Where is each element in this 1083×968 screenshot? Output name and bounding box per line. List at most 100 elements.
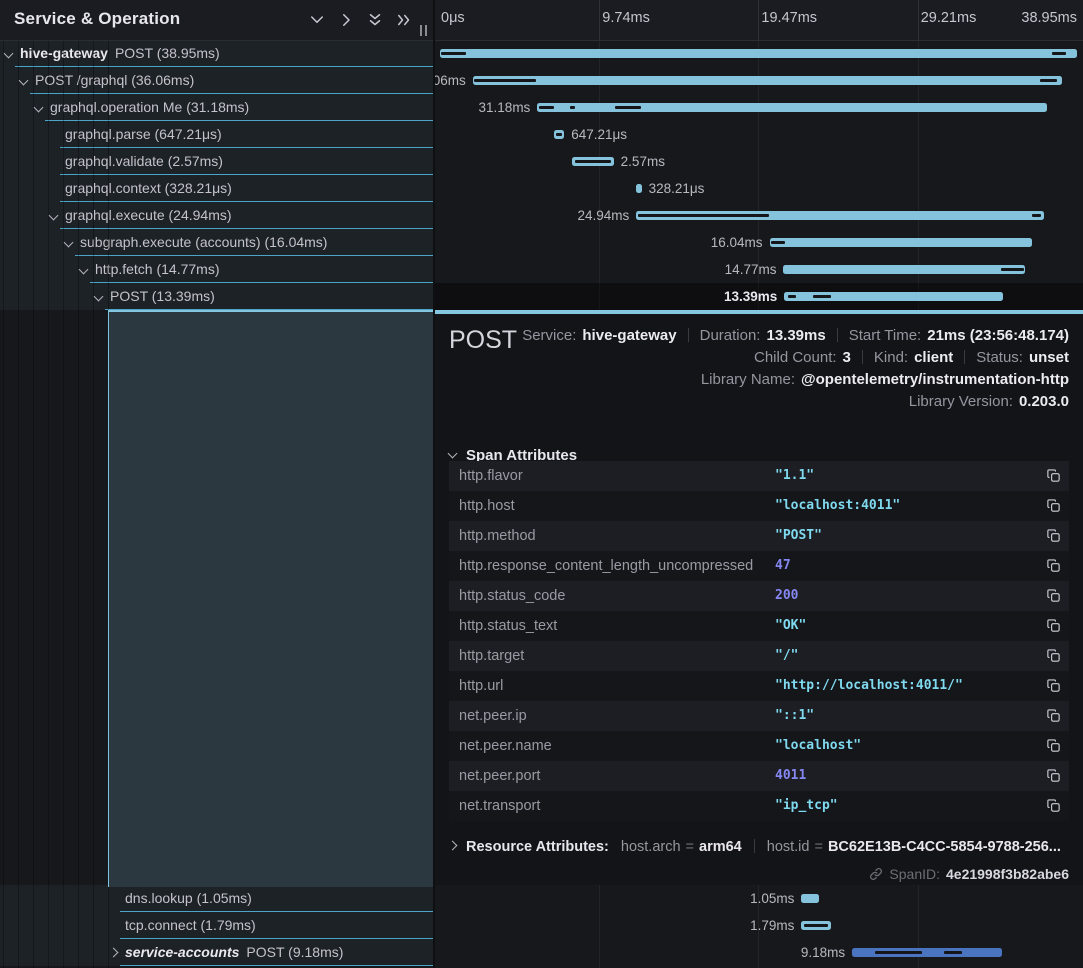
- chevron-down-icon[interactable]: [19, 76, 29, 86]
- copy-icon[interactable]: [1045, 468, 1061, 484]
- attribute-row: net.peer.port4011: [449, 761, 1069, 791]
- copy-icon[interactable]: [1045, 648, 1061, 664]
- child-span-mark: [1052, 52, 1066, 55]
- child-span-mark: [804, 924, 828, 927]
- meta-key: Status:: [976, 349, 1023, 366]
- timeline-tick-label: 38.95ms: [1021, 10, 1077, 26]
- span-detail-title: POST: [449, 326, 517, 355]
- meta-key: Service:: [522, 327, 576, 344]
- tree-timeline-divider[interactable]: [433, 0, 435, 968]
- attribute-value: "localhost:4011": [775, 491, 900, 521]
- resource-attributes-title: Resource Attributes:: [466, 839, 609, 855]
- span-duration-label: 328.21μs: [649, 175, 705, 202]
- span-duration-bar[interactable]: [537, 103, 1047, 112]
- indent-guide: [48, 40, 49, 968]
- chevron-down-icon[interactable]: [49, 211, 59, 221]
- attribute-key: http.response_content_length_uncompresse…: [459, 551, 753, 581]
- expand-all-icon[interactable]: [395, 11, 413, 29]
- attribute-value: "POST": [775, 521, 822, 551]
- copy-icon[interactable]: [1045, 798, 1061, 814]
- span-duration-bar[interactable]: [783, 265, 1025, 274]
- chevron-down-icon[interactable]: [64, 238, 74, 248]
- attribute-key: net.transport: [459, 791, 540, 821]
- span-duration-bar[interactable]: [852, 948, 1002, 957]
- link-icon[interactable]: [869, 867, 883, 881]
- span-duration-bar[interactable]: [554, 130, 565, 139]
- detail-meta-row: Library Name:@opentelemetry/instrumentat…: [701, 368, 1069, 390]
- child-span-mark: [1001, 268, 1024, 271]
- attribute-value: "localhost": [775, 731, 861, 761]
- span-tree-row[interactable]: dns.lookup (1.05ms): [0, 885, 433, 912]
- span-timeline-row: 328.21μs: [435, 175, 1083, 202]
- copy-icon[interactable]: [1045, 708, 1061, 724]
- meta-value: 21ms (23:56:48.174): [927, 327, 1069, 344]
- copy-icon[interactable]: [1045, 768, 1061, 784]
- span-duration-label: 1.05ms: [750, 885, 794, 912]
- span-name-label: hive-gatewayPOST (38.95ms): [20, 40, 220, 67]
- resource-attributes-row[interactable]: Resource Attributes:host.arch=arm64host.…: [449, 837, 1061, 857]
- span-tree-row[interactable]: hive-gatewayPOST (38.95ms): [0, 40, 433, 67]
- span-tree-row[interactable]: tcp.connect (1.79ms): [0, 912, 433, 939]
- span-tree-row[interactable]: http.fetch (14.77ms): [0, 256, 433, 283]
- child-span-mark: [875, 951, 922, 954]
- child-span-mark: [441, 52, 466, 55]
- expand-one-level-icon[interactable]: [337, 11, 355, 29]
- span-tree-row[interactable]: graphql.operation Me (31.18ms): [0, 94, 433, 121]
- meta-key: Library Version:: [909, 393, 1013, 410]
- chevron-down-icon[interactable]: [34, 103, 44, 113]
- copy-icon[interactable]: [1045, 618, 1061, 634]
- collapse-all-icon[interactable]: [366, 11, 384, 29]
- attribute-key: net.peer.ip: [459, 701, 527, 731]
- service-operation-title: Service & Operation: [14, 9, 180, 29]
- span-duration-bar[interactable]: [801, 894, 818, 903]
- span-tree-row[interactable]: service-accountsPOST (9.18ms): [0, 939, 433, 966]
- copy-icon[interactable]: [1045, 498, 1061, 514]
- span-duration-bar[interactable]: [636, 184, 641, 193]
- indent-guide: [18, 40, 19, 968]
- span-name-label: graphql.validate (2.57ms): [65, 148, 223, 175]
- chevron-right-icon[interactable]: [109, 948, 119, 958]
- timeline-tick-label: 29.21ms: [921, 10, 977, 26]
- attribute-row: http.method "POST": [449, 521, 1069, 551]
- span-duration-bar[interactable]: [636, 211, 1044, 220]
- copy-icon[interactable]: [1045, 678, 1061, 694]
- span-duration-bar[interactable]: [784, 292, 1003, 301]
- meta-value: client: [914, 349, 953, 366]
- copy-icon[interactable]: [1045, 588, 1061, 604]
- span-duration-bar[interactable]: [770, 238, 1032, 247]
- attribute-row: http.status_code200: [449, 581, 1069, 611]
- span-name-label: dns.lookup (1.05ms): [125, 885, 252, 912]
- attribute-row: http.url"http://localhost:4011/": [449, 671, 1069, 701]
- copy-icon[interactable]: [1045, 738, 1061, 754]
- span-tree-row[interactable]: subgraph.execute (accounts) (16.04ms): [0, 229, 433, 256]
- meta-value: @opentelemetry/instrumentation-http: [801, 371, 1069, 388]
- chevron-down-icon[interactable]: [94, 292, 104, 302]
- span-duration-bar[interactable]: [572, 157, 614, 166]
- span-duration-label: 9.18ms: [801, 939, 845, 966]
- span-tree-row[interactable]: graphql.context (328.21μs): [0, 175, 433, 202]
- copy-icon[interactable]: [1045, 558, 1061, 574]
- copy-icon[interactable]: [1045, 528, 1061, 544]
- span-tree-row[interactable]: graphql.validate (2.57ms): [0, 148, 433, 175]
- chevron-down-icon[interactable]: [79, 265, 89, 275]
- span-duration-bar[interactable]: [440, 49, 1077, 58]
- panel-resize-grip-icon[interactable]: [420, 25, 428, 36]
- span-timeline-row: 24.94ms: [435, 202, 1083, 229]
- span-tree-row[interactable]: graphql.execute (24.94ms): [0, 202, 433, 229]
- span-duration-bar[interactable]: [801, 921, 830, 930]
- span-tree-row[interactable]: POST /graphql (36.06ms): [0, 67, 433, 94]
- span-duration-label: 13.39ms: [724, 283, 777, 310]
- selected-span-expanded-area: [108, 310, 434, 887]
- attribute-key: http.method: [459, 521, 536, 551]
- span-tree-row[interactable]: POST (13.39ms): [0, 283, 433, 310]
- attribute-key: http.status_text: [459, 611, 557, 641]
- span-timeline-row: 31.18ms: [435, 94, 1083, 121]
- span-duration-bar[interactable]: [473, 76, 1063, 85]
- chevron-down-icon[interactable]: [4, 49, 14, 59]
- span-tree-row[interactable]: graphql.parse (647.21μs): [0, 121, 433, 148]
- meta-separator: [964, 350, 965, 364]
- collapse-one-level-icon[interactable]: [308, 11, 326, 29]
- service-name: service-accounts: [125, 944, 239, 960]
- span-id-label: SpanID:: [889, 866, 940, 882]
- attribute-row: net.peer.name"localhost": [449, 731, 1069, 761]
